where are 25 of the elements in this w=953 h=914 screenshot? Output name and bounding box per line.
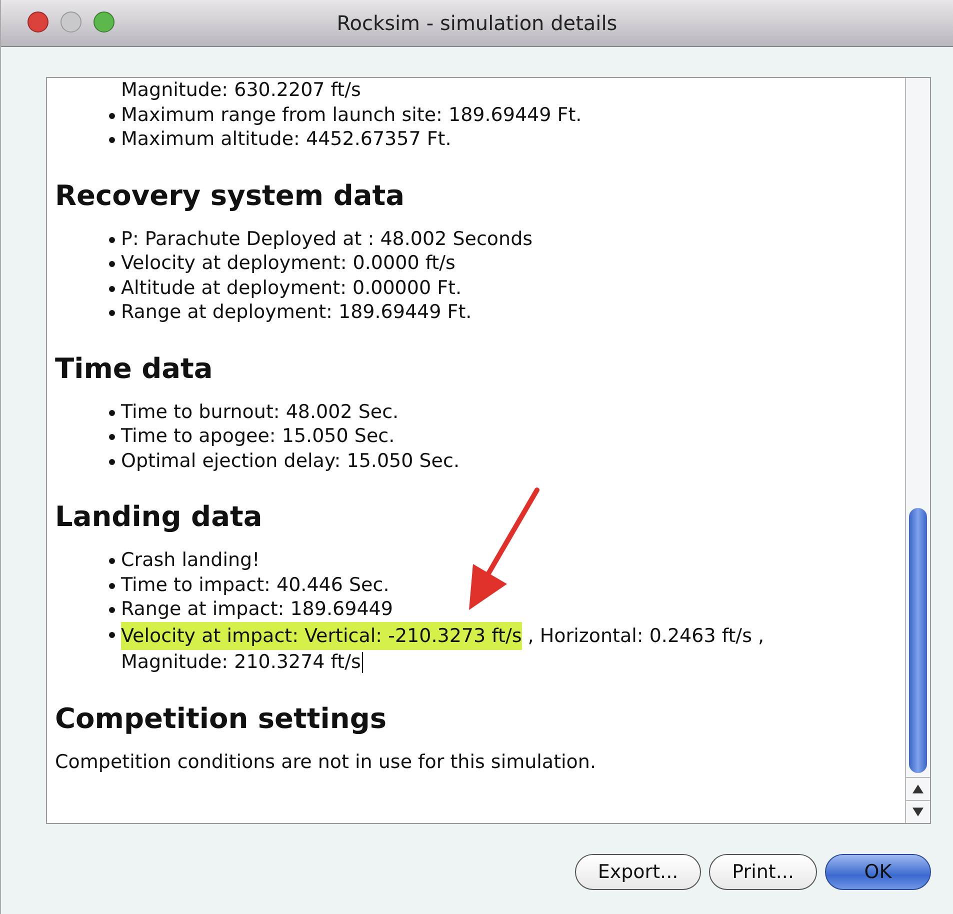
- item-text: Maximum altitude: 4452.67357 Ft.: [121, 127, 452, 152]
- section-heading: Competition settings: [55, 702, 388, 736]
- item-text: Time to burnout: 48.002 Sec.: [121, 400, 399, 424]
- highlighted-text: Velocity at impact: Vertical: -210.3273 ft/s: [121, 622, 522, 650]
- item-text: Time to apogee: 15.050 Sec.: [121, 424, 395, 448]
- item-text: P: Parachute Deployed at : 48.002 Seconds: [121, 226, 533, 251]
- item-text: Crash landing!: [121, 548, 260, 572]
- section-heading: Landing data: [55, 500, 264, 534]
- item-text: Maximum range from launch site: 189.69449 Ft.: [121, 102, 582, 127]
- dialog-button[interactable]: Export...: [574, 854, 702, 890]
- item-text: Altitude at deployment: 0.00000 Ft.: [121, 276, 462, 300]
- item-text: , Horizontal: 0.2463 ft/s ,: [526, 624, 764, 648]
- item-text: Magnitude: 210.3274 ft/s: [121, 650, 361, 674]
- item-text: Magnitude: 630.2207 ft/s: [121, 78, 361, 102]
- item-text: Range at impact: 189.69449: [121, 597, 393, 622]
- paragraph-text: Competition conditions are not in use for this simulation.: [55, 750, 596, 772]
- default-button[interactable]: OK: [825, 854, 931, 890]
- window-title: Rocksim - simulation details: [336, 11, 618, 35]
- section-heading: Time data: [55, 352, 214, 386]
- section-heading: Recovery system data: [55, 178, 406, 212]
- item-text: Range at deployment: 189.69449 Ft.: [121, 300, 472, 324]
- item-text: Velocity at deployment: 0.0000 ft/s: [121, 251, 456, 276]
- item-text: Optimal ejection delay: 15.050 Sec.: [121, 448, 460, 473]
- item-text: Time to impact: 40.446 Sec.: [121, 572, 390, 597]
- dialog-button[interactable]: Print...: [709, 854, 817, 890]
